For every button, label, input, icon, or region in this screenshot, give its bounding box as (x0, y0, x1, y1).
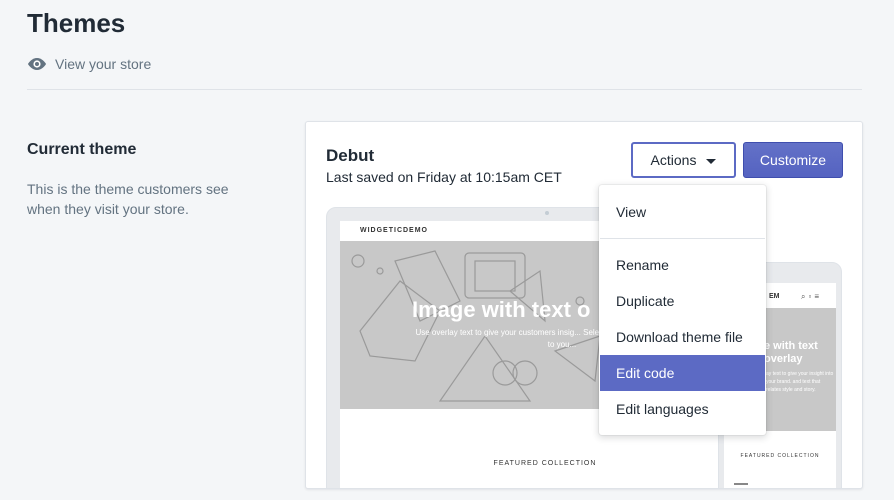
preview-store-name: WIDGETICDEMO (360, 227, 428, 234)
header-divider (27, 89, 862, 90)
phone-hero-title: e with text overlay (764, 340, 818, 365)
menu-icon: ≡ (814, 292, 822, 301)
menu-item-edit-languages[interactable]: Edit languages (600, 391, 765, 427)
preview-featured-label: FEATURED COLLECTION (493, 460, 597, 467)
customize-button[interactable]: Customize (743, 142, 843, 178)
current-theme-card: Debut Last saved on Friday at 10:15am CE… (305, 121, 863, 489)
view-store-label: View your store (55, 56, 152, 72)
phone-hero-subtitle: ay text to give your insight into your b… (766, 371, 834, 393)
preview-hero-title: Image with text o (412, 297, 591, 322)
actions-label: Actions (650, 152, 697, 168)
menu-item-rename[interactable]: Rename (600, 247, 765, 283)
actions-menu: View Rename Duplicate Download theme fil… (599, 185, 766, 435)
phone-store-name: EM (769, 293, 780, 300)
eye-icon (28, 58, 46, 70)
caret-down-icon (706, 158, 717, 164)
theme-name: Debut (326, 146, 375, 165)
menu-separator (600, 238, 765, 239)
page-title: Themes (27, 8, 126, 38)
section-title: Current theme (27, 141, 137, 158)
menu-item-view[interactable]: View (600, 194, 765, 230)
actions-button[interactable]: Actions (631, 142, 736, 178)
phone-featured-label: FEATURED COLLECTION (740, 453, 820, 459)
section-description: This is the theme customers see when the… (27, 181, 229, 217)
menu-item-edit-code[interactable]: Edit code (600, 355, 765, 391)
phone-header-icons: ⌕▫≡ (801, 292, 822, 302)
view-store-link[interactable]: View your store (27, 56, 151, 72)
menu-item-download-theme-file[interactable]: Download theme file (600, 319, 765, 355)
camera-dot (545, 211, 549, 215)
phone-product-line (734, 483, 748, 485)
theme-last-saved: Last saved on Friday at 10:15am CET (326, 169, 562, 185)
menu-item-duplicate[interactable]: Duplicate (600, 283, 765, 319)
